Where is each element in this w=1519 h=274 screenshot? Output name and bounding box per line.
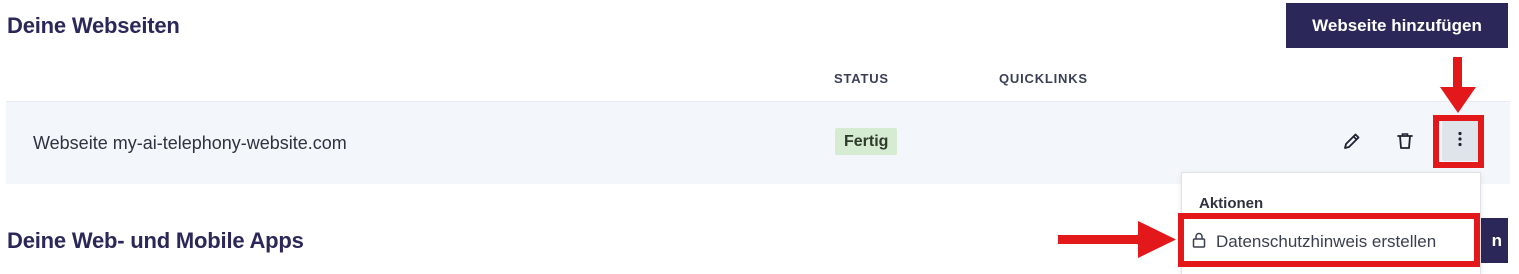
status-badge: Fertig <box>835 128 898 155</box>
trash-icon <box>1395 131 1415 156</box>
website-name: Webseite my-ai-telephony-website.com <box>33 133 347 153</box>
quicklinks-column-header: QUICKLINKS <box>999 71 1088 86</box>
edit-icon <box>1342 131 1362 156</box>
page: Deine Webseiten Webseite hinzufügen STAT… <box>0 0 1519 274</box>
apps-section-title: Deine Web- und Mobile Apps <box>7 228 304 253</box>
dropdown-heading: Aktionen <box>1199 195 1264 212</box>
annotation-arrow-right <box>1058 221 1176 258</box>
websites-section-title: Deine Webseiten <box>7 13 180 38</box>
annotation-arrow-down <box>1440 57 1476 113</box>
edit-button[interactable] <box>1337 128 1367 158</box>
annotation-box-more-button <box>1433 115 1484 168</box>
delete-button[interactable] <box>1390 128 1420 158</box>
add-website-button[interactable]: Webseite hinzufügen <box>1286 3 1508 48</box>
annotation-box-menu-item <box>1178 213 1480 267</box>
status-column-header: STATUS <box>834 71 889 86</box>
